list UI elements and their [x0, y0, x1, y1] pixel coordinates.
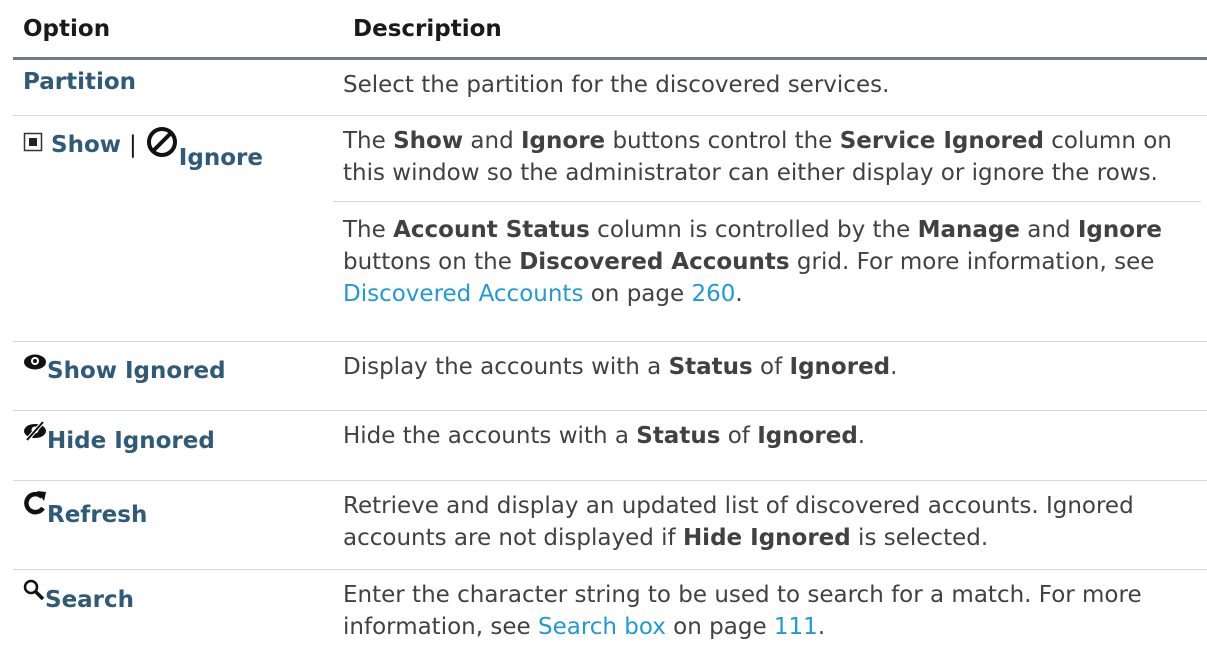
text-bold: Discovered Accounts [519, 249, 790, 275]
eye-slash-icon [23, 420, 47, 448]
eye-icon [23, 352, 47, 378]
text-bold: Service Ignored [839, 128, 1044, 154]
text: . [817, 614, 826, 640]
text: on page [583, 281, 692, 307]
description-show-ignored: Display the accounts with a Status of Ig… [333, 342, 1207, 410]
description-refresh: Retrieve and display an updated list of … [333, 481, 1207, 569]
option-hide-ignored: Hide Ignored [13, 411, 333, 480]
description-paragraph: The Account Status column is controlled … [333, 201, 1201, 310]
text: . [890, 354, 898, 380]
table-row-hide-ignored: Hide Ignored Hide the accounts with a St… [13, 411, 1207, 481]
text: buttons control the [605, 128, 840, 154]
option-show-label: Show [51, 132, 122, 158]
page-link[interactable]: 111 [774, 614, 818, 640]
description-hide-ignored: Hide the accounts with a Status of Ignor… [333, 411, 1207, 480]
header-description: Description [353, 15, 502, 42]
ban-icon [145, 125, 179, 165]
option-label: Search [45, 587, 135, 613]
option-separator: | [129, 132, 137, 158]
text: column is controlled by the [589, 217, 918, 243]
search-icon [23, 579, 45, 607]
table-row-refresh: Refresh Retrieve and display an updated … [13, 481, 1207, 570]
option-label: Show Ignored [47, 357, 226, 384]
text: and [463, 128, 521, 154]
option-ignore-label: Ignore [178, 145, 263, 171]
option-show-ignore: Show | Ignore [13, 116, 333, 341]
text: grid. For more information, see [789, 249, 1155, 275]
table-row-show-ignore: Show | Ignore The Show and Ignore button… [13, 116, 1207, 342]
text-bold: Hide Ignored [682, 525, 851, 551]
text: Display the accounts with a [343, 354, 669, 380]
text-bold: Ignore [521, 128, 606, 154]
option-show-ignored: Show Ignored [13, 342, 333, 410]
text: of [720, 423, 758, 449]
search-box-link[interactable]: Search box [538, 614, 666, 640]
text-bold: Ignored [789, 354, 891, 380]
text-bold: Status [636, 423, 721, 449]
text-bold: Manage [917, 217, 1020, 243]
description-show-ignore: The Show and Ignore buttons control the … [333, 116, 1207, 341]
refresh-icon [23, 490, 47, 522]
text: is selected. [850, 525, 989, 551]
option-label: Refresh [47, 502, 148, 528]
text: . [735, 281, 743, 307]
description-paragraph: The Show and Ignore buttons control the … [343, 125, 1201, 189]
text: The [343, 128, 394, 154]
option-label: Hide Ignored [47, 428, 215, 454]
text: Hide the accounts with a [343, 423, 637, 449]
text: . [857, 423, 866, 449]
text: The [343, 217, 394, 243]
description-search: Enter the character string to be used to… [333, 570, 1207, 658]
options-table: Option Description Partition Select the … [13, 0, 1207, 658]
text-bold: Show [393, 128, 464, 154]
option-refresh: Refresh [13, 481, 333, 569]
text: on page [665, 614, 774, 640]
description-partition: Select the partition for the discovered … [343, 72, 890, 98]
discovered-accounts-link[interactable]: Discovered Accounts [343, 281, 583, 307]
table-row-partition: Partition Select the partition for the d… [13, 60, 1207, 116]
text: buttons on the [343, 249, 520, 275]
square-icon [23, 132, 43, 158]
table-row-show-ignored: Show Ignored Display the accounts with a… [13, 342, 1207, 411]
header-option: Option [23, 15, 111, 42]
text-bold: Ignore [1077, 217, 1163, 243]
option-partition: Partition [23, 69, 137, 95]
text-bold: Status [668, 354, 753, 380]
text-bold: Ignored [757, 423, 858, 449]
page-link[interactable]: 260 [691, 281, 735, 307]
option-search: Search [13, 570, 333, 658]
text: of [752, 354, 790, 380]
text: and [1019, 217, 1078, 243]
table-row-search: Search Enter the character string to be … [13, 570, 1207, 658]
table-header: Option Description [13, 0, 1207, 60]
text-bold: Account Status [393, 217, 590, 243]
